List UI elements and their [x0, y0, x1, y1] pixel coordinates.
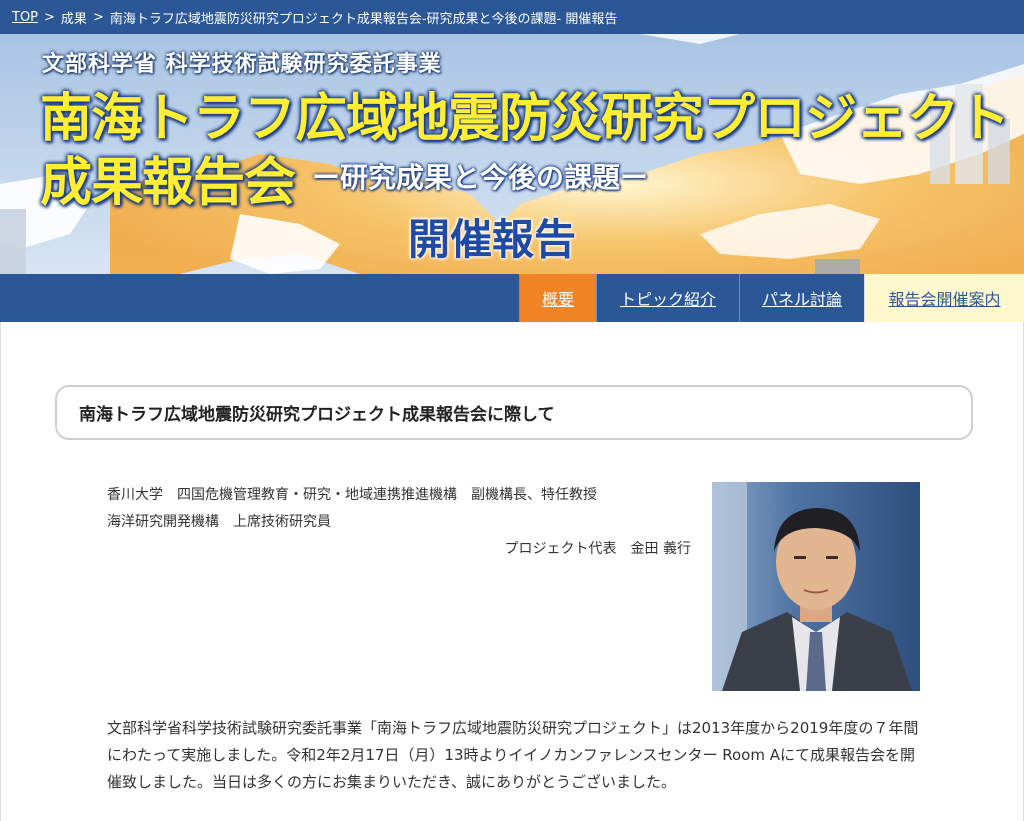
- main-content: 南海トラフ広域地震防災研究プロジェクト成果報告会に際して 香川大学 四国危機管理…: [0, 322, 1024, 821]
- author-name-line: プロジェクト代表 金田 義行: [504, 541, 691, 557]
- banner-sponsor-text: 文部科学省 科学技術試験研究委託事業: [42, 52, 442, 77]
- breadcrumb-results: 成果: [60, 11, 87, 27]
- author-affiliation-line: 香川大学 四国危機管理教育・研究・地域連携推進機構 副機構長、特任教授: [107, 487, 597, 503]
- main-nav: 概要 トピック紹介 パネル討論 報告会開催案内: [0, 274, 1024, 322]
- breadcrumb-top-link[interactable]: TOP: [12, 10, 38, 25]
- breadcrumb-separator: >: [92, 9, 104, 25]
- banner-subtitle: 成果報告会: [40, 153, 296, 213]
- nav-item-topics[interactable]: トピック紹介: [596, 274, 739, 322]
- breadcrumb-current: 南海トラフ広域地震防災研究プロジェクト成果報告会-研究成果と今後の課題- 開催報…: [109, 11, 618, 27]
- author-affiliation: 香川大学 四国危機管理教育・研究・地域連携推進機構 副機構長、特任教授 海洋研究…: [107, 482, 691, 563]
- nav-item-overview[interactable]: 概要: [519, 274, 596, 322]
- nav-item-announcement[interactable]: 報告会開催案内: [864, 274, 1024, 322]
- portrait-illustration: [712, 482, 920, 691]
- author-affiliation-line: 海洋研究開発機構 上席技術研究員: [107, 514, 331, 530]
- breadcrumb: TOP > 成果 > 南海トラフ広域地震防災研究プロジェクト成果報告会-研究成果…: [0, 0, 1024, 34]
- nav-item-panel[interactable]: パネル討論: [739, 274, 864, 322]
- header-banner: 文部科学省 科学技術試験研究委託事業 南海トラフ広域地震防災研究プロジェクト 成…: [0, 34, 1024, 274]
- banner-tagline: ー研究成果と今後の課題ー: [312, 161, 649, 194]
- section-heading: 南海トラフ広域地震防災研究プロジェクト成果報告会に際して: [55, 385, 973, 440]
- body-paragraph: 文部科学省科学技術試験研究委託事業「南海トラフ広域地震防災研究プロジェクト」は2…: [107, 719, 919, 791]
- author-portrait: [712, 482, 920, 691]
- banner-report-label: 開催報告: [408, 215, 577, 264]
- breadcrumb-separator: >: [44, 9, 55, 25]
